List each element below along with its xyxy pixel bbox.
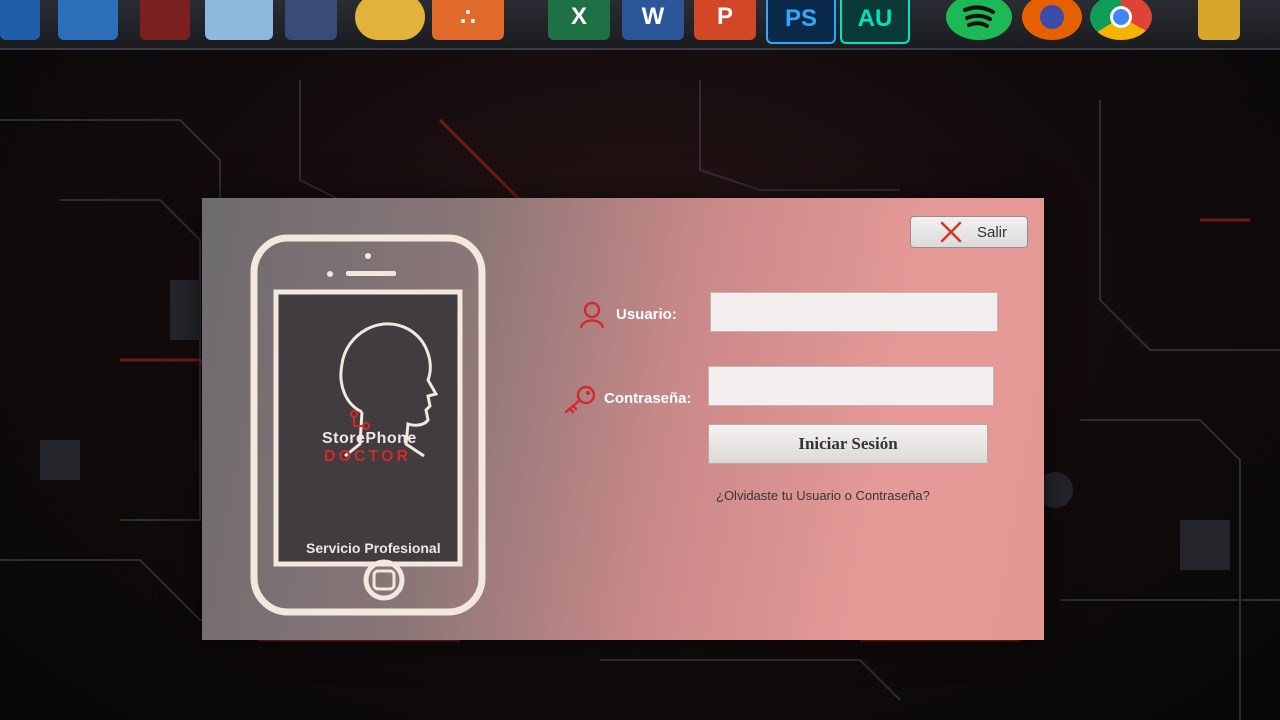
username-label: Usuario: <box>616 306 677 323</box>
excel-icon[interactable]: X <box>548 0 610 40</box>
brand-subtitle: DOCTOR <box>324 448 412 465</box>
close-icon <box>940 221 962 243</box>
brand-name: StorePhone <box>322 430 417 447</box>
forgot-credentials-link[interactable]: ¿Olvidaste tu Usuario o Contraseña? <box>716 488 930 503</box>
audition-icon[interactable]: AU <box>840 0 910 44</box>
password-input[interactable] <box>708 366 994 406</box>
tagline: Servicio Profesional <box>306 540 441 556</box>
exit-button[interactable]: Salir <box>910 216 1028 248</box>
app-icon-4[interactable] <box>205 0 273 40</box>
chrome-icon[interactable] <box>1090 0 1152 40</box>
app-icon-1[interactable] <box>0 0 40 40</box>
folder-icon[interactable] <box>1198 0 1240 40</box>
firefox-icon[interactable] <box>1022 0 1082 40</box>
app-icon-6[interactable] <box>355 0 425 40</box>
login-button[interactable]: Iniciar Sesión <box>708 424 988 464</box>
phone-logo-illustration <box>250 234 486 616</box>
taskbar: ∴ X W P PS AU <box>0 0 1280 50</box>
powerpoint-icon[interactable]: P <box>694 0 756 40</box>
app-icon-2[interactable] <box>58 0 118 40</box>
spotify-icon[interactable] <box>946 0 1012 40</box>
password-label: Contraseña: <box>604 390 692 407</box>
photoshop-icon[interactable]: PS <box>766 0 836 44</box>
app-icon-5[interactable] <box>285 0 337 40</box>
user-icon <box>579 301 605 329</box>
app-icon-3[interactable] <box>140 0 190 40</box>
login-window: Salir StorePhone DOCTOR Servicio Profesi… <box>202 198 1044 640</box>
xampp-icon[interactable]: ∴ <box>432 0 504 40</box>
key-icon <box>564 385 596 414</box>
exit-button-label: Salir <box>977 223 1008 241</box>
username-input[interactable] <box>710 292 998 332</box>
word-icon[interactable]: W <box>622 0 684 40</box>
